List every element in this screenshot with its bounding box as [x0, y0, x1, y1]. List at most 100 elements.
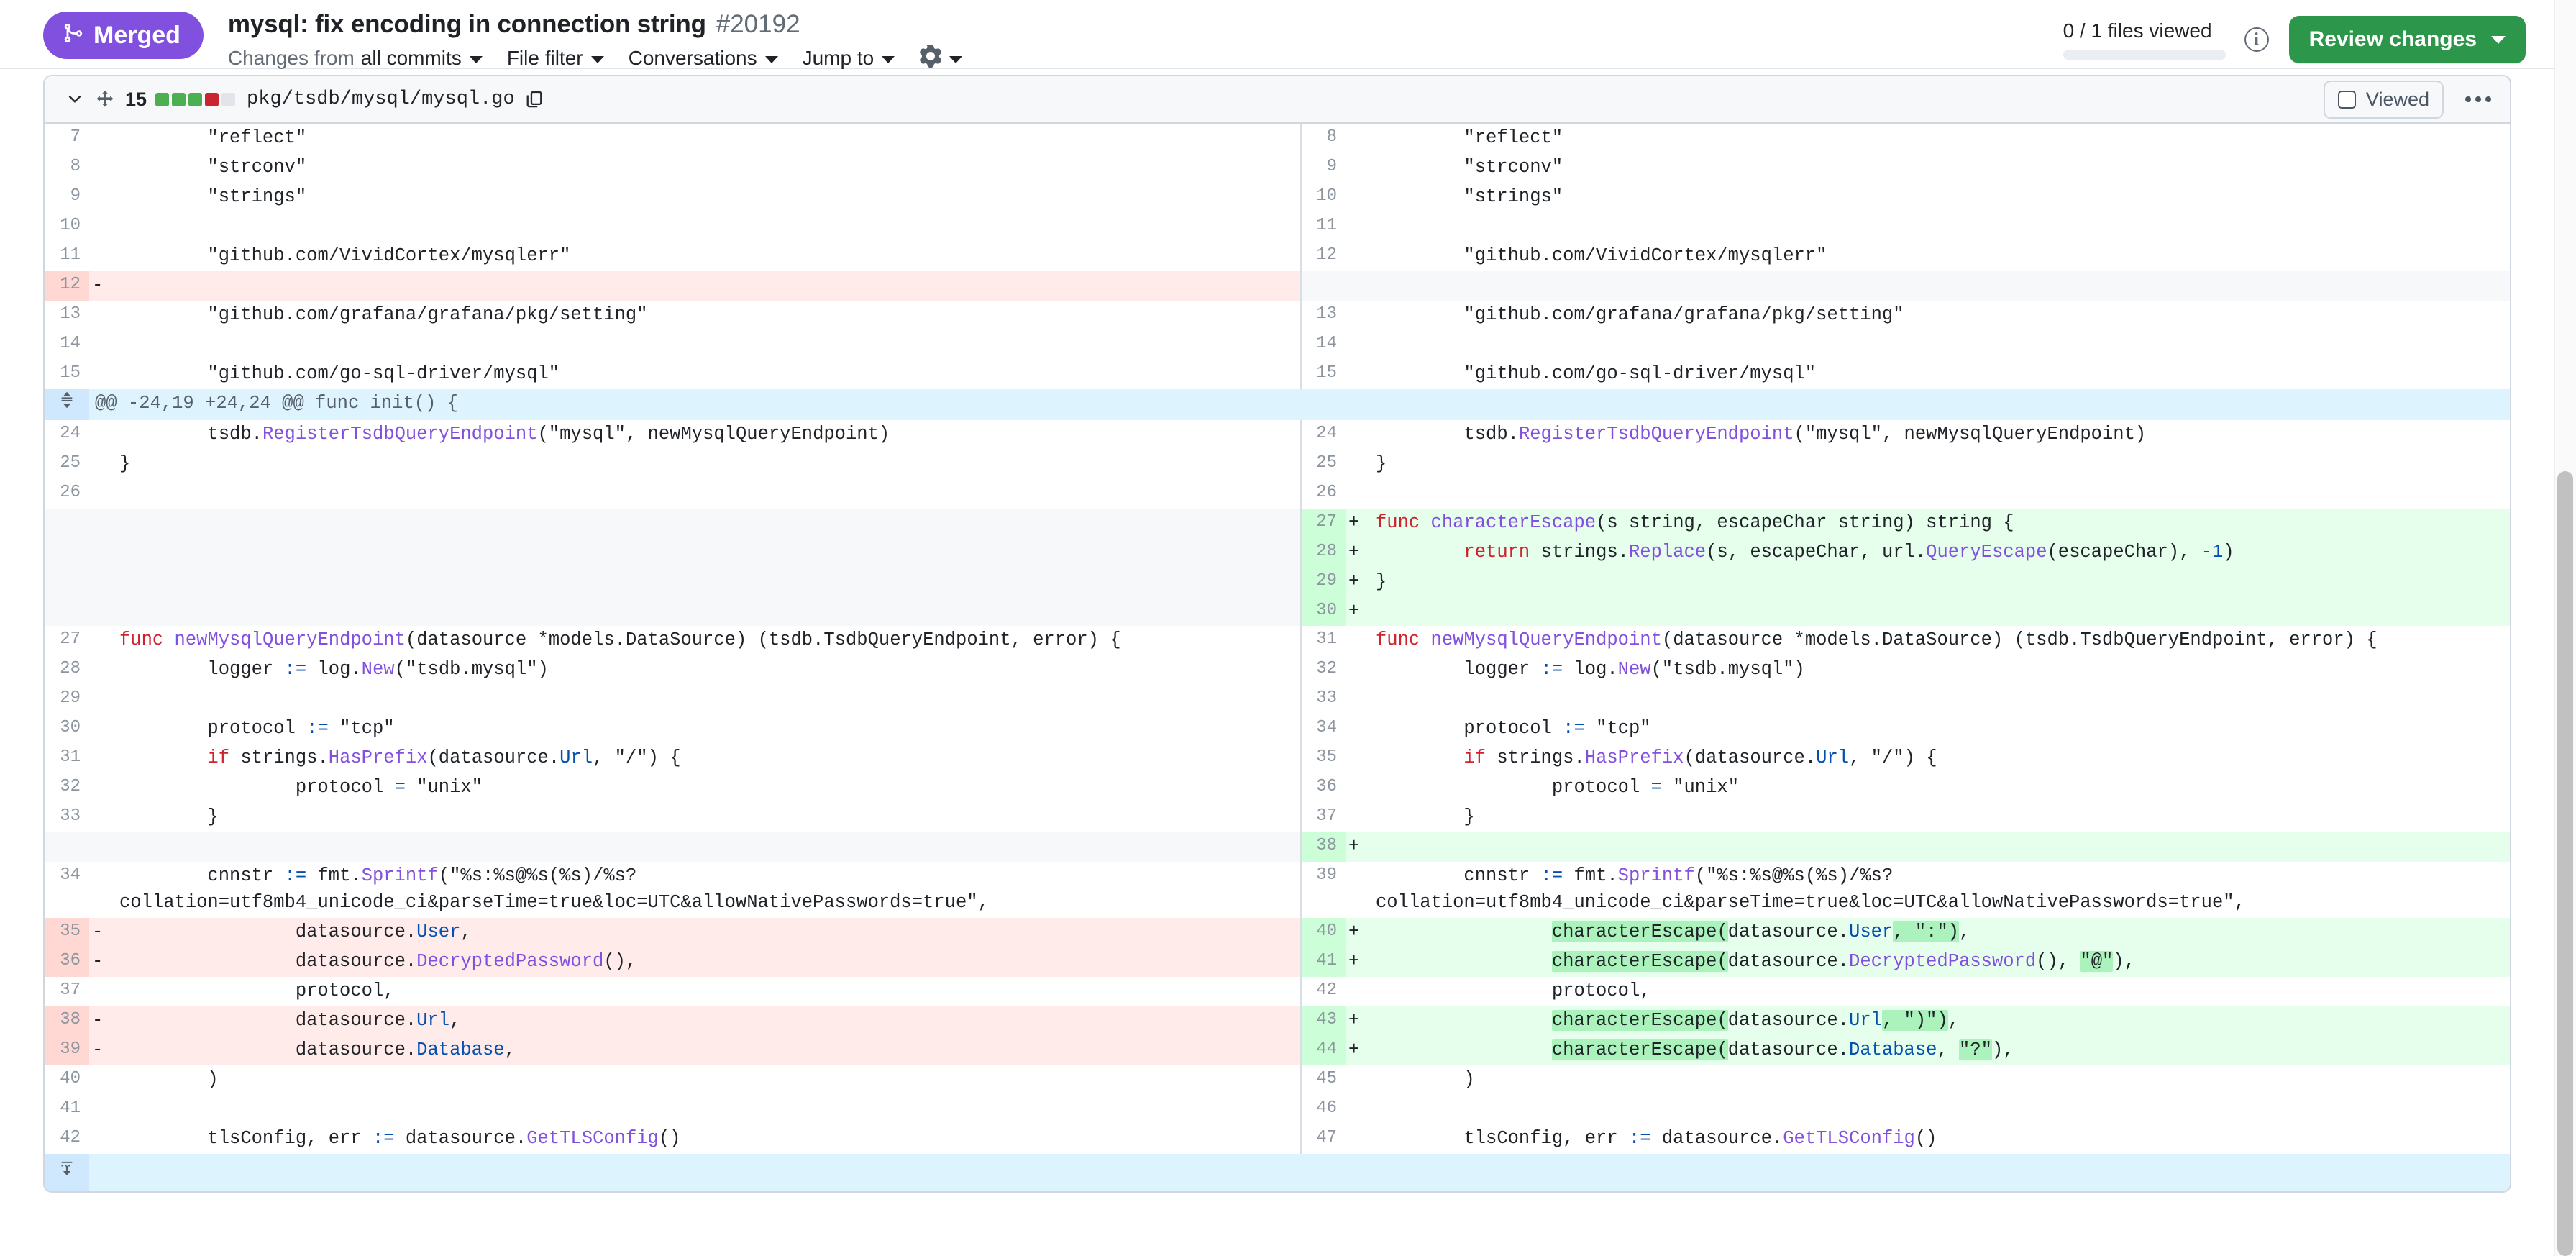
- line-number-left[interactable]: 31: [45, 744, 89, 773]
- line-number-left[interactable]: 42: [45, 1124, 89, 1154]
- page-scrollbar-thumb[interactable]: [2557, 471, 2573, 1256]
- code-cell-right[interactable]: "github.com/go-sql-driver/mysql": [1370, 360, 2511, 389]
- line-number-left[interactable]: 33: [45, 803, 89, 832]
- code-cell-right[interactable]: protocol := "tcp": [1370, 714, 2511, 744]
- review-changes-button[interactable]: Review changes: [2289, 16, 2526, 63]
- line-number-left[interactable]: 36: [45, 947, 89, 977]
- line-number-left[interactable]: 8: [45, 153, 89, 183]
- code-cell-left[interactable]: }: [114, 450, 1301, 479]
- collapse-file-chevron-down-icon[interactable]: [60, 85, 89, 114]
- kebab-horizontal-icon[interactable]: [2459, 89, 2497, 109]
- code-cell-left[interactable]: [114, 330, 1301, 360]
- code-cell-right[interactable]: [1370, 685, 2511, 714]
- line-number-right[interactable]: 32: [1301, 655, 1346, 685]
- code-cell-left[interactable]: "reflect": [114, 124, 1301, 153]
- line-number-left[interactable]: 38: [45, 1006, 89, 1036]
- code-cell-right[interactable]: func newMysqlQueryEndpoint(datasource *m…: [1370, 626, 2511, 655]
- jump-to-dropdown[interactable]: Jump to: [803, 47, 895, 70]
- code-cell-right[interactable]: protocol = "unix": [1370, 773, 2511, 803]
- line-number-right[interactable]: 39: [1301, 862, 1346, 918]
- line-number-left[interactable]: 32: [45, 773, 89, 803]
- page-scrollbar-track[interactable]: [2554, 0, 2576, 1256]
- code-cell-left[interactable]: [114, 479, 1301, 509]
- line-number-left[interactable]: 10: [45, 212, 89, 242]
- code-cell-right[interactable]: "github.com/grafana/grafana/pkg/setting": [1370, 301, 2511, 330]
- line-number-right[interactable]: 10: [1301, 183, 1346, 212]
- line-number-right[interactable]: 38: [1301, 832, 1346, 862]
- line-number-left[interactable]: 41: [45, 1095, 89, 1124]
- code-cell-right[interactable]: "reflect": [1370, 124, 2511, 153]
- line-number-left[interactable]: 26: [45, 479, 89, 509]
- code-cell-right[interactable]: cnnstr := fmt.Sprintf("%s:%s@%s(%s)/%s?c…: [1370, 862, 2511, 918]
- code-cell-left[interactable]: datasource.User,: [114, 918, 1301, 947]
- code-cell-left[interactable]: "github.com/VividCortex/mysqlerr": [114, 242, 1301, 271]
- code-cell-right[interactable]: [1370, 1095, 2511, 1124]
- line-number-left[interactable]: 14: [45, 330, 89, 360]
- code-cell-right[interactable]: "github.com/VividCortex/mysqlerr": [1370, 242, 2511, 271]
- line-number-right[interactable]: 37: [1301, 803, 1346, 832]
- code-cell-left[interactable]: "github.com/go-sql-driver/mysql": [114, 360, 1301, 389]
- line-number-right[interactable]: 35: [1301, 744, 1346, 773]
- line-number-left[interactable]: 37: [45, 977, 89, 1006]
- line-number-right[interactable]: 42: [1301, 977, 1346, 1006]
- expand-down-icon[interactable]: [45, 1154, 89, 1191]
- line-number-left[interactable]: 13: [45, 301, 89, 330]
- line-number-right[interactable]: 9: [1301, 153, 1346, 183]
- code-cell-left[interactable]: protocol = "unix": [114, 773, 1301, 803]
- code-cell-left[interactable]: datasource.Url,: [114, 1006, 1301, 1036]
- line-number-right[interactable]: 13: [1301, 301, 1346, 330]
- code-cell-left[interactable]: ): [114, 1065, 1301, 1095]
- line-number-right[interactable]: 30: [1301, 597, 1346, 627]
- line-number-right[interactable]: 41: [1301, 947, 1346, 977]
- line-number-right[interactable]: 12: [1301, 242, 1346, 271]
- line-number-left[interactable]: 35: [45, 918, 89, 947]
- code-cell-left[interactable]: }: [114, 803, 1301, 832]
- code-cell-right[interactable]: [1370, 212, 2511, 242]
- line-number-right[interactable]: 44: [1301, 1036, 1346, 1065]
- line-number-right[interactable]: 31: [1301, 626, 1346, 655]
- code-cell-right[interactable]: "strconv": [1370, 153, 2511, 183]
- info-icon[interactable]: i: [2244, 27, 2269, 52]
- code-cell-left[interactable]: tsdb.RegisterTsdbQueryEndpoint("mysql", …: [114, 420, 1301, 450]
- code-cell-right[interactable]: }: [1370, 450, 2511, 479]
- line-number-right[interactable]: 40: [1301, 918, 1346, 947]
- line-number-left[interactable]: 7: [45, 124, 89, 153]
- code-cell-right[interactable]: }: [1370, 568, 2511, 597]
- line-number-right[interactable]: 8: [1301, 124, 1346, 153]
- line-number-right[interactable]: 27: [1301, 509, 1346, 538]
- expand-up-down-icon[interactable]: [45, 389, 89, 420]
- expand-down-area[interactable]: [89, 1154, 2511, 1191]
- viewed-checkbox[interactable]: Viewed: [2324, 81, 2444, 119]
- code-cell-right[interactable]: [1370, 832, 2511, 862]
- line-number-left[interactable]: 9: [45, 183, 89, 212]
- code-cell-right[interactable]: func characterEscape(s string, escapeCha…: [1370, 509, 2511, 538]
- code-cell-right[interactable]: }: [1370, 803, 2511, 832]
- code-cell-right[interactable]: tlsConfig, err := datasource.GetTLSConfi…: [1370, 1124, 2511, 1154]
- code-cell-right[interactable]: characterEscape(datasource.Url, ")"),: [1370, 1006, 2511, 1036]
- line-number-right[interactable]: 28: [1301, 538, 1346, 568]
- line-number-right[interactable]: 36: [1301, 773, 1346, 803]
- code-cell-left[interactable]: "strconv": [114, 153, 1301, 183]
- move-arrows-icon[interactable]: [89, 85, 121, 114]
- code-cell-left[interactable]: "strings": [114, 183, 1301, 212]
- code-cell-right[interactable]: return strings.Replace(s, escapeChar, ur…: [1370, 538, 2511, 568]
- line-number-right[interactable]: 43: [1301, 1006, 1346, 1036]
- line-number-right[interactable]: 46: [1301, 1095, 1346, 1124]
- code-cell-right[interactable]: characterEscape(datasource.DecryptedPass…: [1370, 947, 2511, 977]
- code-cell-left[interactable]: cnnstr := fmt.Sprintf("%s:%s@%s(%s)/%s?c…: [114, 862, 1301, 918]
- line-number-right[interactable]: 45: [1301, 1065, 1346, 1095]
- line-number-left[interactable]: 27: [45, 626, 89, 655]
- code-cell-right[interactable]: ): [1370, 1065, 2511, 1095]
- line-number-left[interactable]: 34: [45, 862, 89, 918]
- line-number-left[interactable]: 15: [45, 360, 89, 389]
- code-cell-right[interactable]: [1370, 479, 2511, 509]
- line-number-left[interactable]: 12: [45, 271, 89, 301]
- line-number-right[interactable]: 34: [1301, 714, 1346, 744]
- line-number-left[interactable]: 11: [45, 242, 89, 271]
- line-number-right[interactable]: 26: [1301, 479, 1346, 509]
- line-number-right[interactable]: 15: [1301, 360, 1346, 389]
- line-number-right[interactable]: 14: [1301, 330, 1346, 360]
- code-cell-left[interactable]: tlsConfig, err := datasource.GetTLSConfi…: [114, 1124, 1301, 1154]
- code-cell-left[interactable]: [114, 685, 1301, 714]
- line-number-right[interactable]: 47: [1301, 1124, 1346, 1154]
